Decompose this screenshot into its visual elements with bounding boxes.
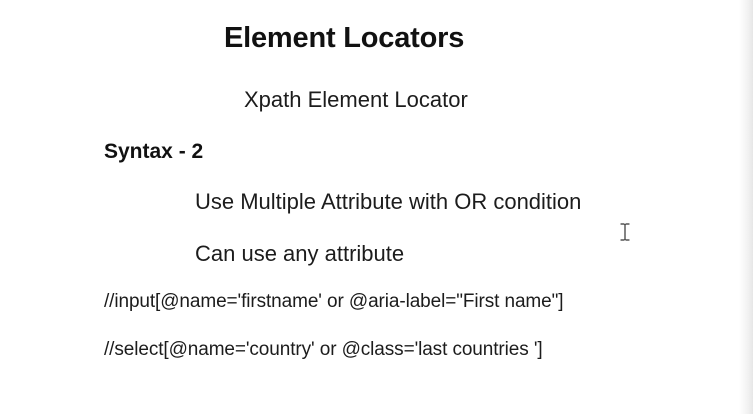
bullet-point: Can use any attribute xyxy=(195,241,405,266)
section-heading: Syntax - 2 xyxy=(104,140,204,163)
xpath-example: //input[@name='firstname' or @aria-label… xyxy=(104,291,564,312)
slide-title: Element Locators xyxy=(224,22,465,54)
xpath-example: //select[@name='country' or @class='last… xyxy=(104,339,543,360)
slide: Element Locators Xpath Element Locator S… xyxy=(0,0,753,414)
bullet-point: Use Multiple Attribute with OR condition xyxy=(195,189,582,214)
slide-subtitle: Xpath Element Locator xyxy=(244,87,468,112)
slide-edge xyxy=(739,0,753,414)
text-cursor-icon xyxy=(620,223,630,241)
